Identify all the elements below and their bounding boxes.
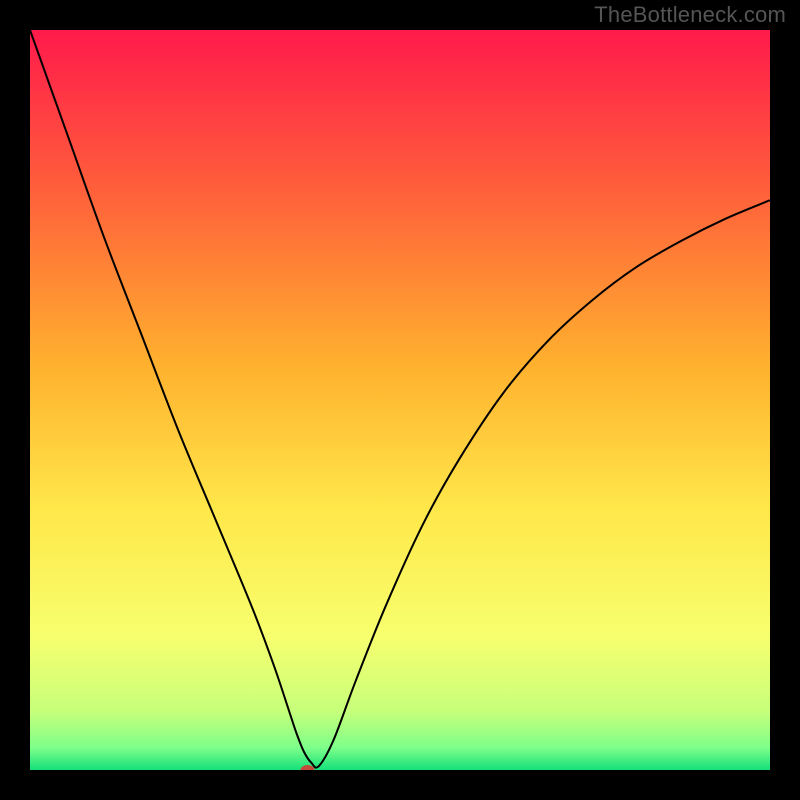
chart-svg <box>30 30 770 770</box>
plot-area <box>30 30 770 770</box>
watermark-text: TheBottleneck.com <box>594 2 786 28</box>
chart-frame: TheBottleneck.com <box>0 0 800 800</box>
gradient-background <box>30 30 770 770</box>
